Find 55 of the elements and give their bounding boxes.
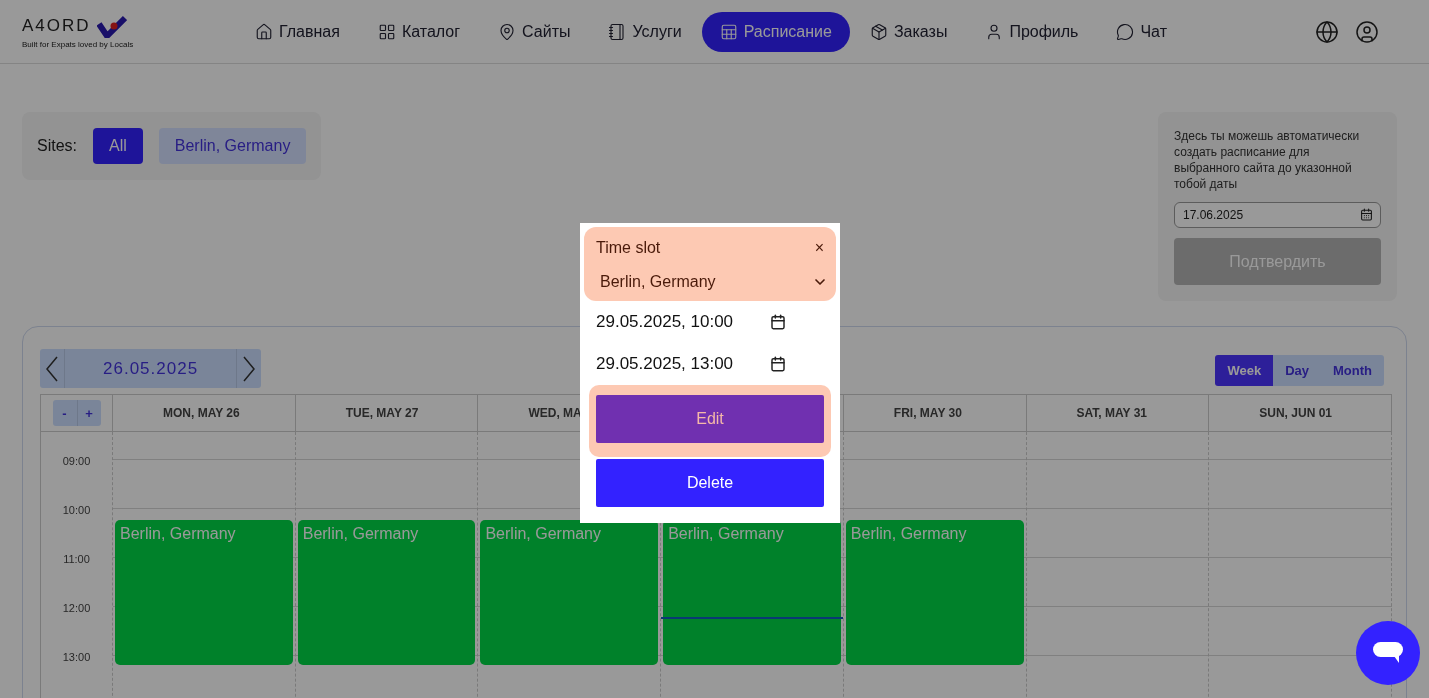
view-tab[interactable]: Week	[1215, 355, 1274, 386]
table-icon	[719, 22, 738, 41]
chevron-left-icon	[46, 355, 58, 382]
logo-wordmark: A4ORD	[22, 16, 91, 36]
nav-item[interactable]: Чат	[1098, 11, 1185, 52]
date-field[interactable]: 17.06.2025	[1174, 202, 1381, 228]
edit-button[interactable]: Edit	[596, 395, 824, 443]
time-label: 13:00	[61, 649, 92, 665]
site-select[interactable]: Berlin, Germany	[596, 273, 828, 291]
day-header: MON, MAY 26	[163, 406, 240, 420]
current-date: 26.05.2025	[102, 358, 200, 379]
day-header: SAT, MAY 31	[1076, 406, 1148, 420]
dialog-title: Time slot	[596, 239, 661, 257]
user-profile-icon[interactable]	[1355, 19, 1379, 44]
time-label: 10:00	[61, 502, 92, 518]
nav-item[interactable]: Расписание	[701, 11, 850, 52]
calendar-icon	[770, 314, 786, 330]
end-datetime-field[interactable]: 29.05.2025, 13:00	[596, 354, 756, 374]
package-icon	[869, 22, 888, 41]
day-header: TUE, MAY 27	[345, 406, 419, 420]
view-tab[interactable]: Day	[1273, 355, 1321, 386]
time-label: 12:00	[61, 600, 92, 616]
nav-item[interactable]: Заказы	[851, 11, 966, 52]
nav-item[interactable]: Сайты	[480, 11, 589, 52]
start-datetime-field[interactable]: 29.05.2025, 10:00	[596, 312, 756, 332]
map-pin-icon	[498, 22, 517, 41]
logo-check-icon	[96, 14, 127, 38]
globe-icon[interactable]	[1315, 19, 1339, 44]
zoom-button[interactable]: -	[52, 400, 77, 426]
day-header: SUN, JUN 01	[1259, 406, 1332, 420]
time-label: 11:00	[62, 551, 91, 567]
nav-item[interactable]: Профиль	[967, 11, 1097, 52]
nav-item[interactable]: Каталог	[359, 11, 479, 52]
nav-item[interactable]: Главная	[237, 11, 358, 52]
grid-icon	[377, 22, 396, 41]
site-filter-button[interactable]: Berlin, Germany	[158, 128, 307, 164]
zoom-button[interactable]: +	[76, 400, 101, 426]
sites-label: Sites:	[37, 137, 77, 155]
time-label: 09:00	[61, 453, 92, 469]
chat-icon	[1116, 22, 1135, 41]
nav-item[interactable]: Услуги	[590, 11, 700, 52]
calendar-icon	[1360, 208, 1373, 221]
speech-bubble-icon	[1372, 641, 1404, 665]
logo-tagline: Built for Expats loved by Locals	[22, 40, 135, 49]
delete-button[interactable]: Delete	[596, 459, 824, 507]
close-button[interactable]: ×	[810, 239, 828, 257]
auto-schedule-text: Здесь ты можешь автоматически создать расписание для выбранного сайта до указонной тобой даты	[1174, 128, 1361, 192]
site-filter-button[interactable]: All	[93, 128, 143, 164]
house-icon	[255, 22, 273, 41]
day-header: WED, MA	[528, 406, 582, 420]
day-header: FRI, MAY 30	[893, 406, 962, 420]
chevron-right-icon	[243, 355, 256, 382]
view-tab[interactable]: Month	[1321, 355, 1384, 386]
notebook-icon	[608, 22, 627, 41]
calendar-icon	[770, 356, 786, 372]
